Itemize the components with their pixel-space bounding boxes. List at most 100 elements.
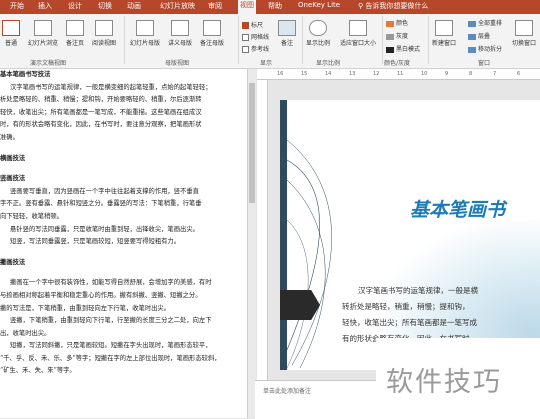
- tab-help[interactable]: 帮助: [268, 1, 282, 11]
- outline-heading: 基本笔画书写技法: [0, 71, 51, 78]
- notes-button[interactable]: 备注: [278, 20, 296, 47]
- tab-onekey[interactable]: OneKey Lite: [298, 1, 340, 9]
- slide-sorter-icon: [34, 20, 52, 36]
- outline-line: 竖撇，下笔稍重，由重到轻向下行笔，行至撇的长度三分之二处，向左下: [10, 317, 212, 325]
- tab-insert[interactable]: 插入: [38, 1, 52, 11]
- outline-line: [0, 269, 247, 277]
- ribbon-tab-bar: 开始 插入 设计 切换 动画 幻灯片放映 审阅 视图 帮助 OneKey Lit…: [0, 0, 540, 14]
- tab-transitions[interactable]: 切换: [98, 1, 112, 11]
- slide-canvas[interactable]: 基本笔画书 汉字笔画书写的运笔规律，一般是横 转折处是略轻，稍重，稍慢；提和钩， 轻…: [268, 80, 540, 380]
- tab-view[interactable]: 视图: [238, 0, 256, 14]
- switch-window-icon: [515, 20, 533, 36]
- new-window-icon: [435, 20, 453, 36]
- grayscale-button[interactable]: 灰度: [386, 31, 408, 40]
- tab-home[interactable]: 开始: [10, 1, 24, 11]
- reading-view-icon: [95, 20, 113, 36]
- reading-view-label: 阅读视图: [92, 40, 117, 47]
- outline-line: 短竖，写法同垂露竖，只是笔画较短，短竖要写得短粗有力。: [10, 238, 181, 246]
- divider: [238, 16, 239, 64]
- ruler-number: 15: [301, 71, 308, 77]
- tab-animations[interactable]: 动画: [127, 1, 141, 11]
- notes-page-button[interactable]: 备注页: [66, 20, 84, 47]
- cascade-button[interactable]: 层叠: [468, 31, 490, 40]
- watermark-text: 软件技巧: [386, 367, 502, 398]
- outline-line: 竖画要写垂直，因为竖画在一个字中往往起着支撑的作用，竖不垂直: [10, 187, 199, 195]
- move-split-icon: [468, 46, 476, 53]
- handout-master-button[interactable]: 讲义母版: [168, 20, 192, 47]
- group-master-label: 母版视图: [165, 60, 190, 67]
- tell-me-label: 告诉我你想要做什么: [365, 2, 429, 10]
- ruler-number: 10: [421, 71, 428, 77]
- ruler-number: 7: [493, 71, 497, 77]
- color-button[interactable]: 颜色: [386, 18, 408, 27]
- color-label: 颜色: [396, 20, 409, 27]
- gridlines-checkbox[interactable]: 网格线: [242, 32, 269, 41]
- guides-label: 参考线: [251, 46, 270, 53]
- slide-body-line: 轻快，收笔出尖；所有笔画都是一笔写成: [342, 318, 477, 327]
- grayscale-swatch-icon: [386, 33, 394, 40]
- outline-line: 准确。: [0, 133, 19, 141]
- slide-sorter-label: 幻灯片浏览: [28, 40, 59, 47]
- outline-line: [0, 249, 247, 257]
- ruler-number: 13: [349, 71, 356, 77]
- cascade-icon: [468, 33, 476, 40]
- gridlines-label: 网格线: [251, 34, 270, 41]
- outline-line: 时，有的形状会略有变化，因此，在书写时，要注意分观察，把笔画形状: [0, 121, 202, 129]
- slide-master-button[interactable]: 幻灯片母版: [130, 20, 160, 47]
- bw-swatch-icon: [386, 46, 394, 53]
- ruler-number: 11: [397, 71, 404, 77]
- zoom-button[interactable]: 显示比例: [306, 20, 330, 47]
- move-split-button[interactable]: 移动拆分: [468, 44, 502, 53]
- normal-view-button[interactable]: 普通: [2, 20, 20, 47]
- notes-placeholder: 单击此处添加备注: [263, 388, 312, 395]
- slide-title[interactable]: 基本笔画书: [410, 195, 505, 222]
- switch-window-label: 切换窗口: [512, 40, 537, 47]
- fit-window-icon: [349, 20, 367, 36]
- slide-sorter-button[interactable]: 幻灯片浏览: [28, 20, 58, 47]
- ruler-checkbox[interactable]: 标尺: [242, 20, 263, 29]
- outline-line: 撇的写法是，下笔稍重，由重到轻向左下行笔，收笔时出尖。: [0, 304, 171, 312]
- tab-review[interactable]: 审阅: [208, 1, 222, 11]
- group-window-label: 窗口: [478, 60, 491, 67]
- arrange-all-button[interactable]: 全部重排: [468, 18, 502, 27]
- notes-icon: [278, 20, 296, 36]
- tab-design[interactable]: 设计: [68, 1, 82, 11]
- outline-scrollbar[interactable]: [247, 69, 256, 418]
- outline-line: “千、乎、反、禾、乐、多”等字；短撇在字的左上部位出现时，笔画形态较斜，: [0, 354, 221, 362]
- grayscale-label: 灰度: [396, 33, 409, 40]
- divider: [382, 16, 383, 64]
- ruler-number: 6: [517, 71, 521, 77]
- notes-label: 备注: [280, 40, 293, 47]
- new-window-button[interactable]: 新建窗口: [432, 20, 456, 47]
- slide-master-icon: [136, 20, 154, 36]
- ruler-label: 标尺: [251, 22, 264, 29]
- notes-master-button[interactable]: 备注母版: [200, 20, 224, 47]
- color-swatch-icon: [386, 20, 394, 27]
- tell-me-search[interactable]: ⚲ 告诉我你想要做什么: [358, 1, 428, 11]
- normal-view-icon: [2, 20, 20, 36]
- slide-body-line: 汉字笔画书写的运笔规律，一般是横: [358, 286, 478, 295]
- reading-view-button[interactable]: 阅读视图: [92, 20, 116, 47]
- slide-master-label: 幻灯片母版: [130, 40, 161, 47]
- new-window-label: 新建窗口: [432, 40, 457, 47]
- outline-line: 字不正。竖有垂露、悬针和短竖之分。垂露竖的写法：下笔稍重，行笔垂: [0, 200, 202, 208]
- switch-window-button[interactable]: 切换窗口: [512, 20, 536, 47]
- outline-line: 与捺画相对称起着平衡和稳定重心的作用。撇有斜撇、竖撇、短撇之分。: [0, 291, 202, 299]
- decorative-curves: [286, 139, 332, 369]
- scrollbar-thumb[interactable]: [249, 83, 255, 203]
- tab-slideshow[interactable]: 幻灯片放映: [160, 1, 195, 11]
- cascade-label: 层叠: [478, 33, 491, 40]
- guides-checkbox[interactable]: 参考线: [242, 44, 269, 53]
- divider: [428, 16, 429, 64]
- outline-line: 悬针竖的写法同垂露，只是收笔时由重到轻，出锋收尖，笔画出尖。: [10, 225, 199, 233]
- fit-window-button[interactable]: 适应窗口大小: [340, 20, 376, 47]
- outline-heading: 竖画技法: [0, 175, 26, 183]
- slide[interactable]: 基本笔画书 汉字笔画书写的运笔规律，一般是横 转折处是略轻，稍重，稍慢；提和钩， 轻…: [280, 100, 540, 370]
- outline-pane[interactable]: 基本笔画书写技法 汉字笔画书写的运笔规律，一般是横变细的起笔轻重，点始的起笔轻轻；…: [0, 69, 247, 418]
- watermark: 软件技巧: [376, 338, 540, 418]
- zoom-label: 显示比例: [306, 40, 331, 47]
- bw-button[interactable]: 黑白模式: [386, 44, 420, 53]
- vertical-ruler: [257, 80, 268, 380]
- group-show-label: 显示: [260, 60, 273, 67]
- move-split-label: 移动拆分: [478, 46, 503, 53]
